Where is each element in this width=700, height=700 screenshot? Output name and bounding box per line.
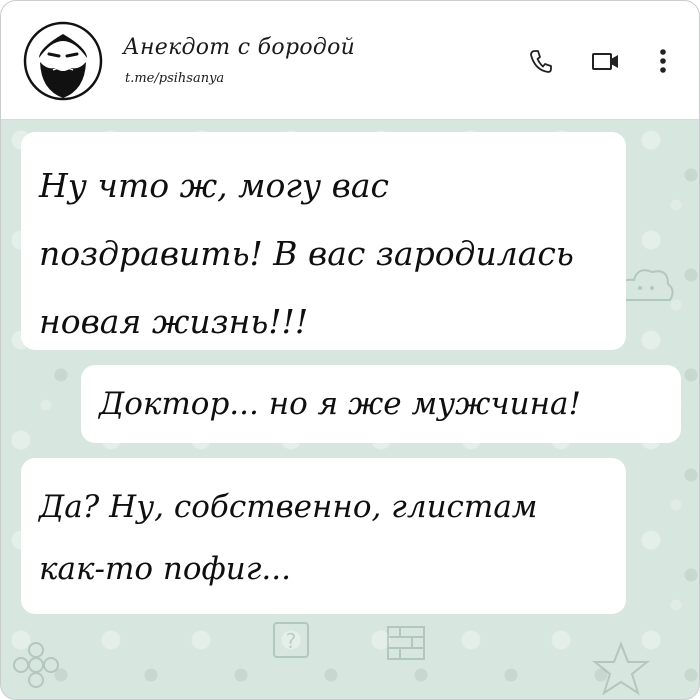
message-text: Ну что ж, могу вас поздравить! В вас зар… [39, 166, 574, 341]
doodle-flower-icon [13, 642, 59, 688]
doodle-brick-icon [387, 626, 425, 660]
message-text: Да? Ну, собственно, глистам как-то пофиг… [39, 489, 538, 587]
chat-window: Анекдот с бородой t.me/psihsanya ? Ну чт… [0, 0, 700, 700]
video-camera-icon [592, 53, 618, 70]
chat-header: Анекдот с бородой t.me/psihsanya [1, 1, 699, 120]
avatar[interactable] [23, 18, 103, 104]
message-bubble-incoming[interactable]: Ну что ж, могу вас поздравить! В вас зар… [21, 132, 626, 350]
bearded-man-avatar-icon [23, 21, 103, 101]
channel-link[interactable]: t.me/psihsanya [125, 71, 224, 86]
message-bubble-outgoing[interactable]: Доктор... но я же мужчина! [81, 365, 681, 443]
menu-button[interactable] [649, 47, 677, 75]
doodle-star-icon [592, 641, 650, 696]
phone-icon [530, 50, 552, 73]
message-bubble-incoming[interactable]: Да? Ну, собственно, глистам как-то пофиг… [21, 458, 626, 614]
doodle-question-block-icon: ? [273, 622, 309, 658]
channel-title: Анекдот с бородой [123, 35, 356, 60]
video-call-button[interactable] [591, 47, 619, 75]
svg-text:?: ? [286, 629, 297, 653]
more-vert-icon [660, 49, 666, 73]
call-button[interactable] [527, 47, 555, 75]
message-text: Доктор... но я же мужчина! [99, 386, 581, 422]
